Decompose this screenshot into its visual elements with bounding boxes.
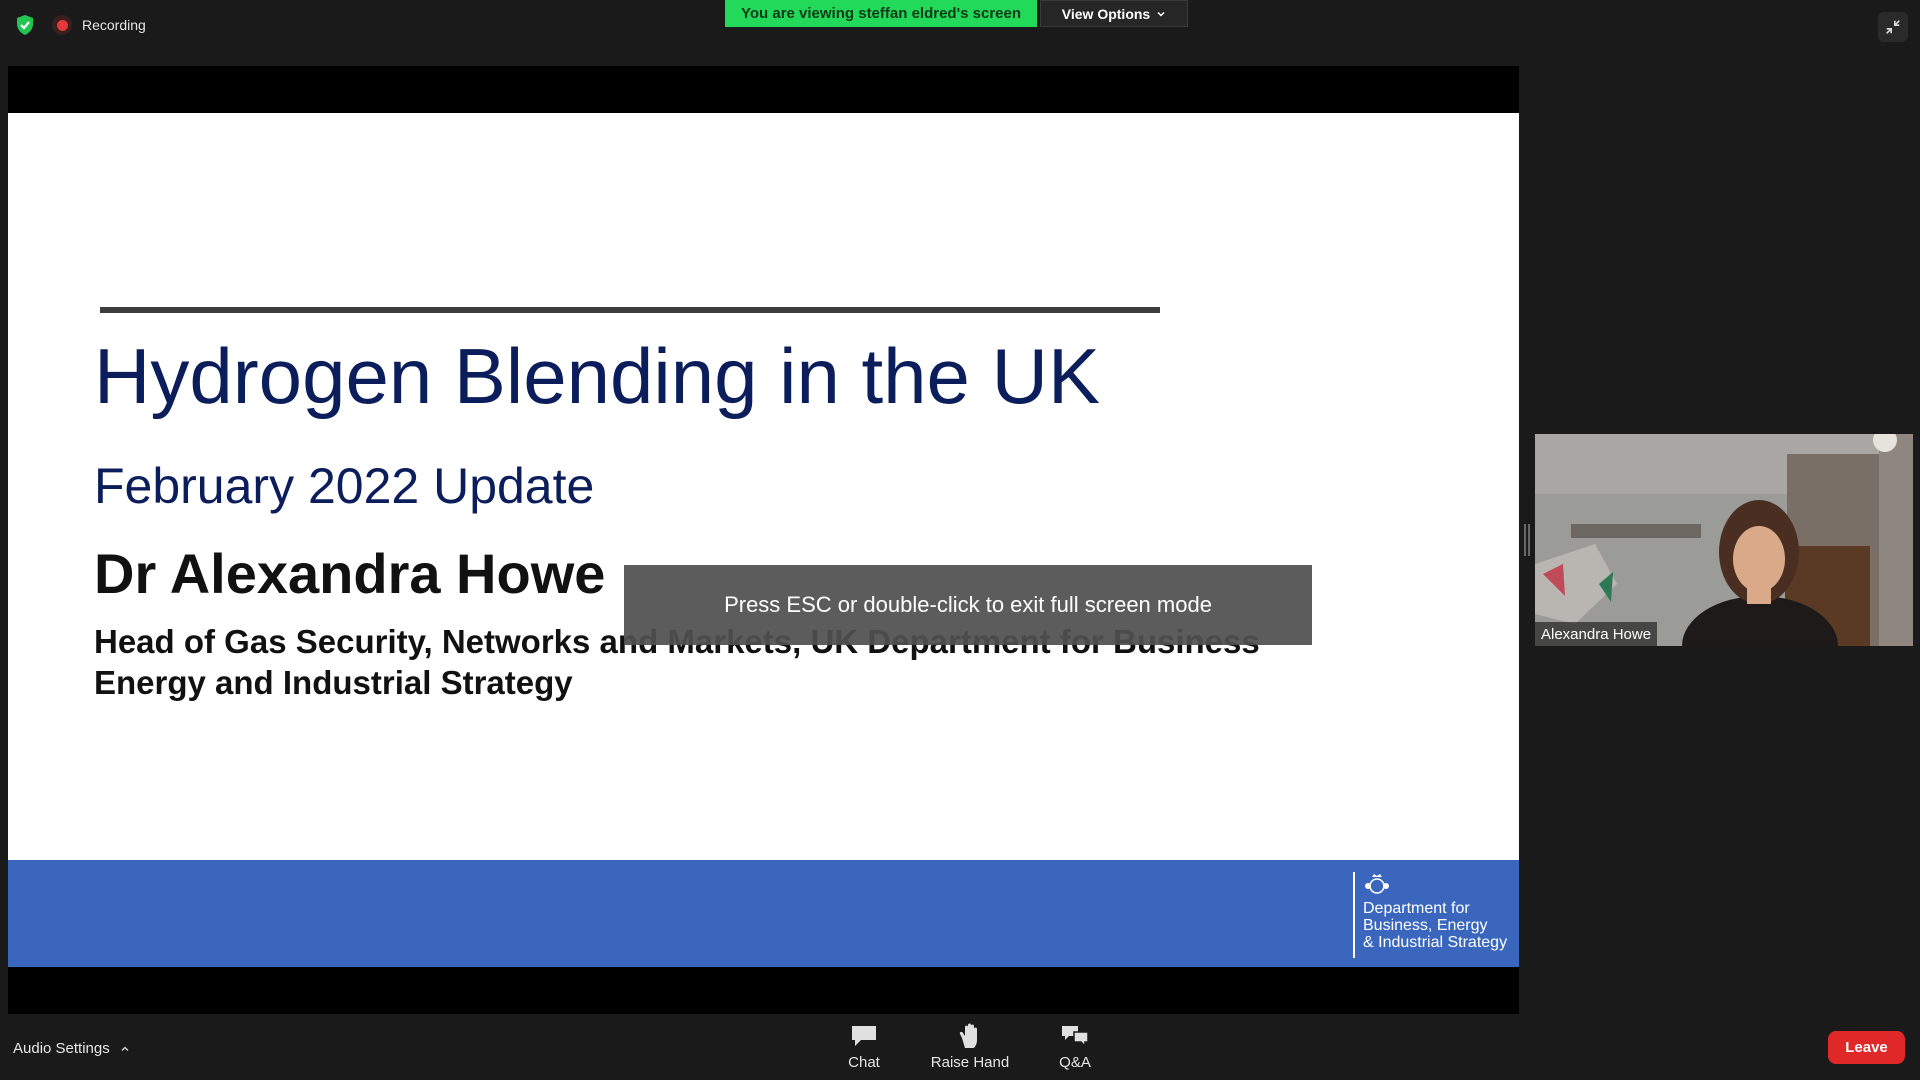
- qa-bubbles-icon: [1062, 1026, 1089, 1048]
- exit-fullscreen-icon: [1886, 20, 1900, 34]
- slide-subtitle: February 2022 Update: [94, 458, 595, 514]
- logo-line: Department for: [1363, 900, 1470, 917]
- slide-speaker-name: Dr Alexandra Howe: [94, 542, 606, 605]
- raise-hand-button[interactable]: Raise Hand: [920, 1022, 1020, 1076]
- participant-name-label: Alexandra Howe: [1535, 622, 1658, 646]
- chevron-down-icon: [1157, 11, 1165, 17]
- exit-fullscreen-button[interactable]: [1878, 12, 1908, 42]
- panel-resize-handle[interactable]: [1524, 524, 1530, 556]
- royal-crest-icon: [1365, 874, 1389, 894]
- exit-fullscreen-toast: Press ESC or double-click to exit full s…: [624, 565, 1312, 645]
- viewing-screen-banner: You are viewing steffan eldred's screen: [725, 0, 1037, 27]
- chat-bubble-icon: [852, 1026, 876, 1046]
- audio-settings-label: Audio Settings: [13, 1040, 110, 1057]
- meeting-toolbar: Audio Settings Chat Raise Hand Q&A Leave: [0, 1014, 1920, 1080]
- meeting-top-bar: Recording You are viewing steffan eldred…: [0, 0, 1920, 66]
- view-options-label: View Options: [1061, 5, 1151, 22]
- recording-label: Recording: [82, 17, 146, 33]
- leave-button[interactable]: Leave: [1828, 1031, 1905, 1064]
- chat-label: Chat: [848, 1054, 880, 1071]
- participant-video-feed: [1535, 434, 1913, 646]
- logo-line: Business, Energy: [1363, 917, 1488, 934]
- view-options-button[interactable]: View Options: [1040, 0, 1188, 27]
- audio-settings-button[interactable]: Audio Settings: [13, 1040, 130, 1057]
- beis-logo: Department for Business, Energy & Indust…: [1353, 872, 1513, 958]
- chevron-up-icon: [121, 1045, 129, 1051]
- chat-button[interactable]: Chat: [814, 1022, 914, 1076]
- participant-video-tile[interactable]: Alexandra Howe: [1535, 434, 1913, 646]
- raise-hand-label: Raise Hand: [930, 1054, 1010, 1071]
- presentation-slide: Hydrogen Blending in the UK February 202…: [8, 113, 1519, 967]
- qa-button[interactable]: Q&A: [1025, 1022, 1125, 1076]
- slide-title-rule: [100, 307, 1160, 313]
- slide-title: Hydrogen Blending in the UK: [94, 332, 1100, 420]
- qa-label: Q&A: [1059, 1054, 1091, 1071]
- record-dot-icon: [52, 15, 72, 35]
- hand-icon: [959, 1023, 977, 1048]
- shield-check-icon[interactable]: [13, 13, 37, 37]
- slide-footer-band: Department for Business, Energy & Indust…: [8, 860, 1519, 967]
- logo-line: & Industrial Strategy: [1363, 934, 1508, 951]
- recording-indicator[interactable]: Recording: [52, 14, 146, 36]
- shared-screen[interactable]: Hydrogen Blending in the UK February 202…: [8, 66, 1519, 1014]
